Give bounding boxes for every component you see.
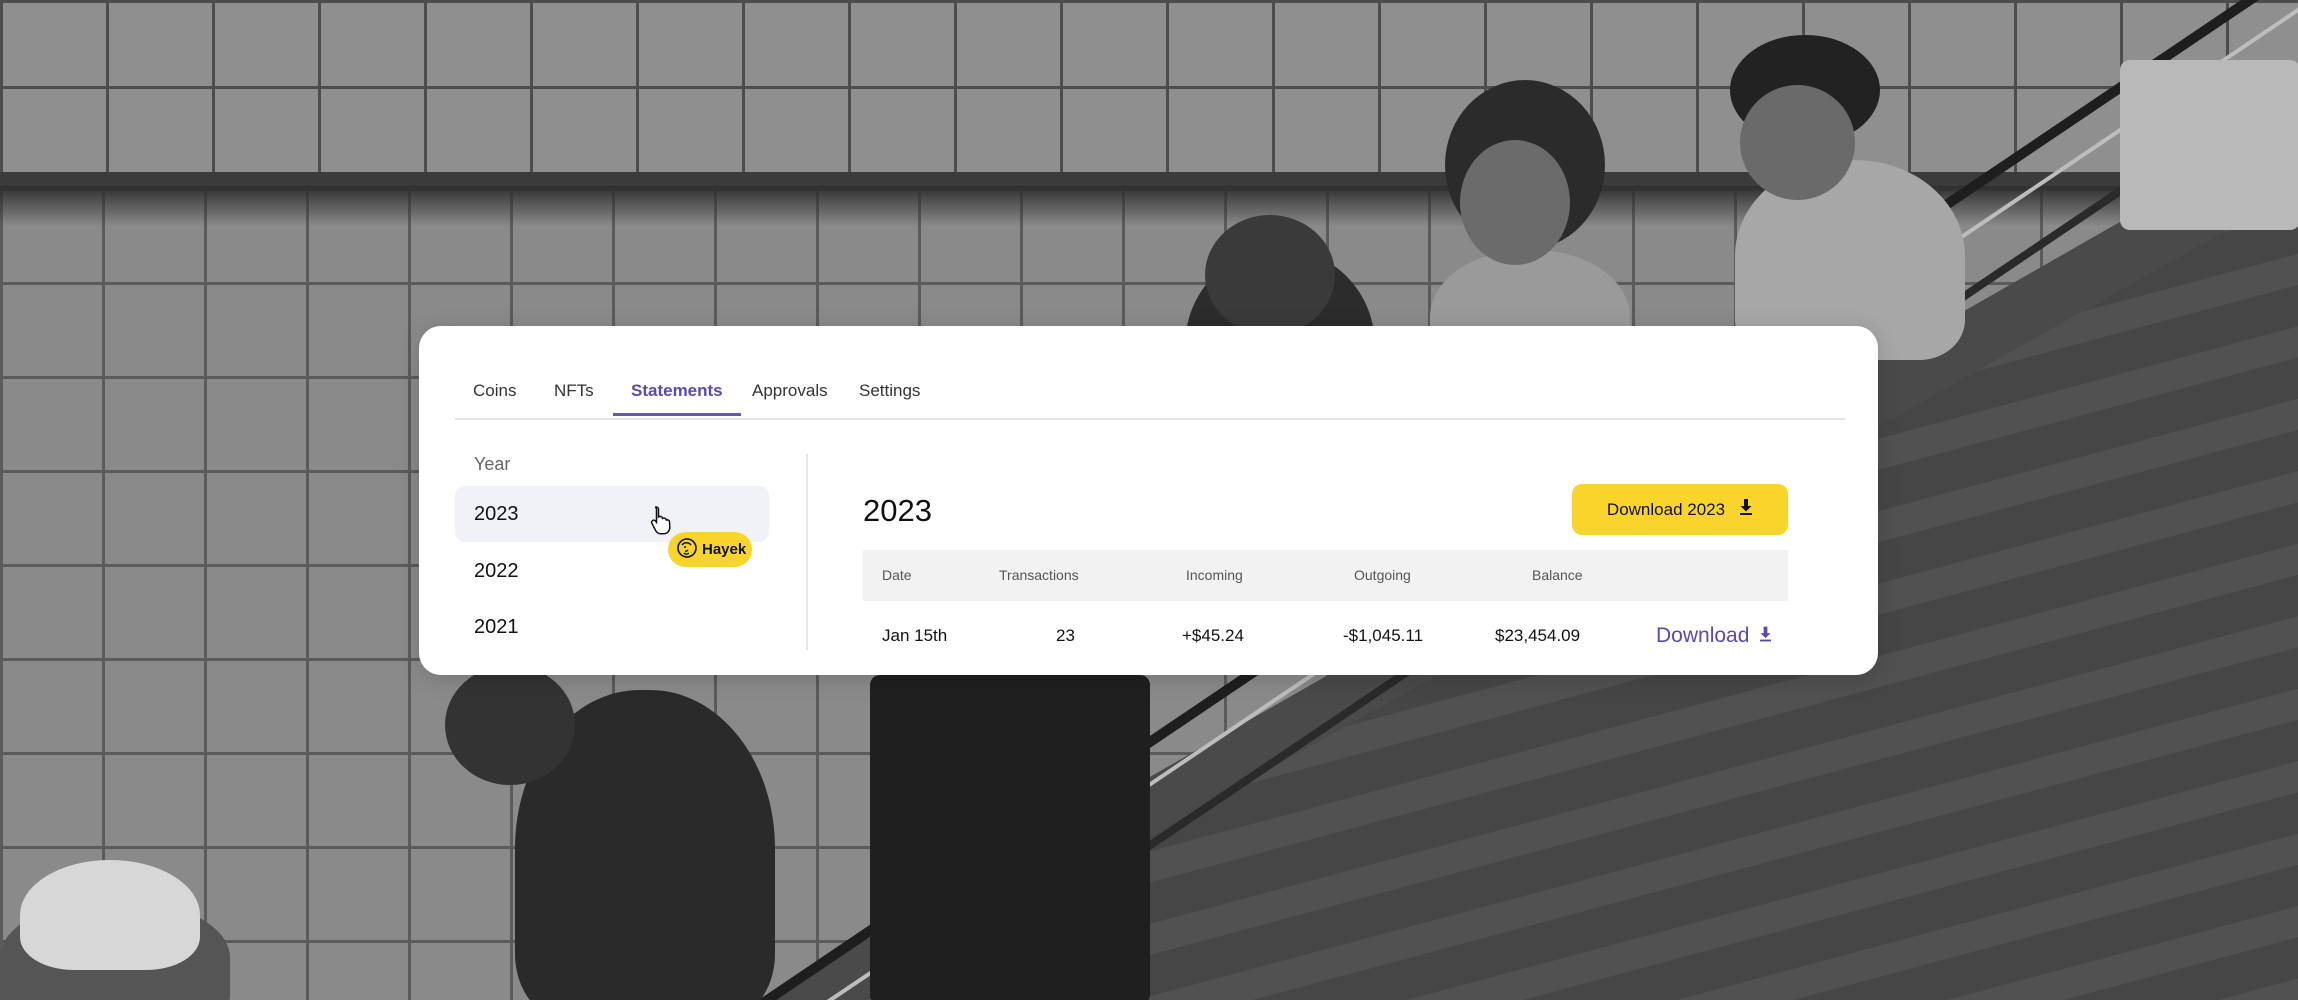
person-silhouette [2120, 60, 2298, 230]
cursor-badge: Hayek [668, 532, 752, 567]
tab-statements[interactable]: Statements [613, 381, 741, 416]
download-year-button[interactable]: Download 2023 [1572, 484, 1788, 535]
person-head [445, 665, 575, 785]
table-header: Date Transactions Incoming Outgoing Bala… [863, 550, 1788, 601]
person-silhouette [870, 675, 1150, 1000]
column-header-incoming: Incoming [1186, 567, 1243, 583]
person-head [1205, 215, 1335, 335]
cell-balance: $23,454.09 [1495, 626, 1581, 645]
upper-tile-wall [0, 0, 2298, 186]
cell-transactions: 23 [1056, 626, 1075, 645]
cell-date: Jan 15th [882, 626, 948, 645]
row-download-button[interactable]: Download [1656, 601, 1772, 671]
column-header-date: Date [882, 567, 912, 583]
sidebar-divider [806, 454, 808, 650]
hayek-avatar-icon [677, 537, 697, 563]
column-header-outgoing: Outgoing [1354, 567, 1411, 583]
tab-approvals[interactable]: Approvals [734, 381, 846, 416]
row-download-label: Download [1656, 624, 1750, 647]
column-header-balance: Balance [1532, 567, 1583, 583]
download-icon [1739, 499, 1753, 520]
cell-outgoing: -$1,045.11 [1343, 626, 1424, 645]
person-head [1740, 85, 1855, 200]
cap [20, 860, 200, 970]
cursor-badge-label: Hayek [702, 541, 747, 558]
statements-card: Coins NFTs Statements Approvals Settings… [419, 326, 1878, 675]
year-label: Year [474, 454, 511, 474]
download-icon [1759, 624, 1772, 648]
download-year-label: Download 2023 [1606, 499, 1726, 519]
statements-panel: 2023 Download 2023 Date Transactions Inc… [863, 326, 1793, 675]
tab-coins[interactable]: Coins [455, 381, 534, 416]
cell-incoming: +$45.24 [1182, 626, 1244, 645]
column-header-transactions: Transactions [999, 567, 1079, 583]
tab-nfts[interactable]: NFTs [536, 381, 612, 416]
person-head [1460, 140, 1570, 265]
table-row: Jan 15th 23 +$45.24 -$1,045.11 $23,454.0… [863, 601, 1788, 671]
page-title: 2023 [863, 493, 932, 528]
year-item-2021[interactable]: 2021 [455, 599, 769, 655]
pointer-hand-icon [648, 505, 674, 540]
